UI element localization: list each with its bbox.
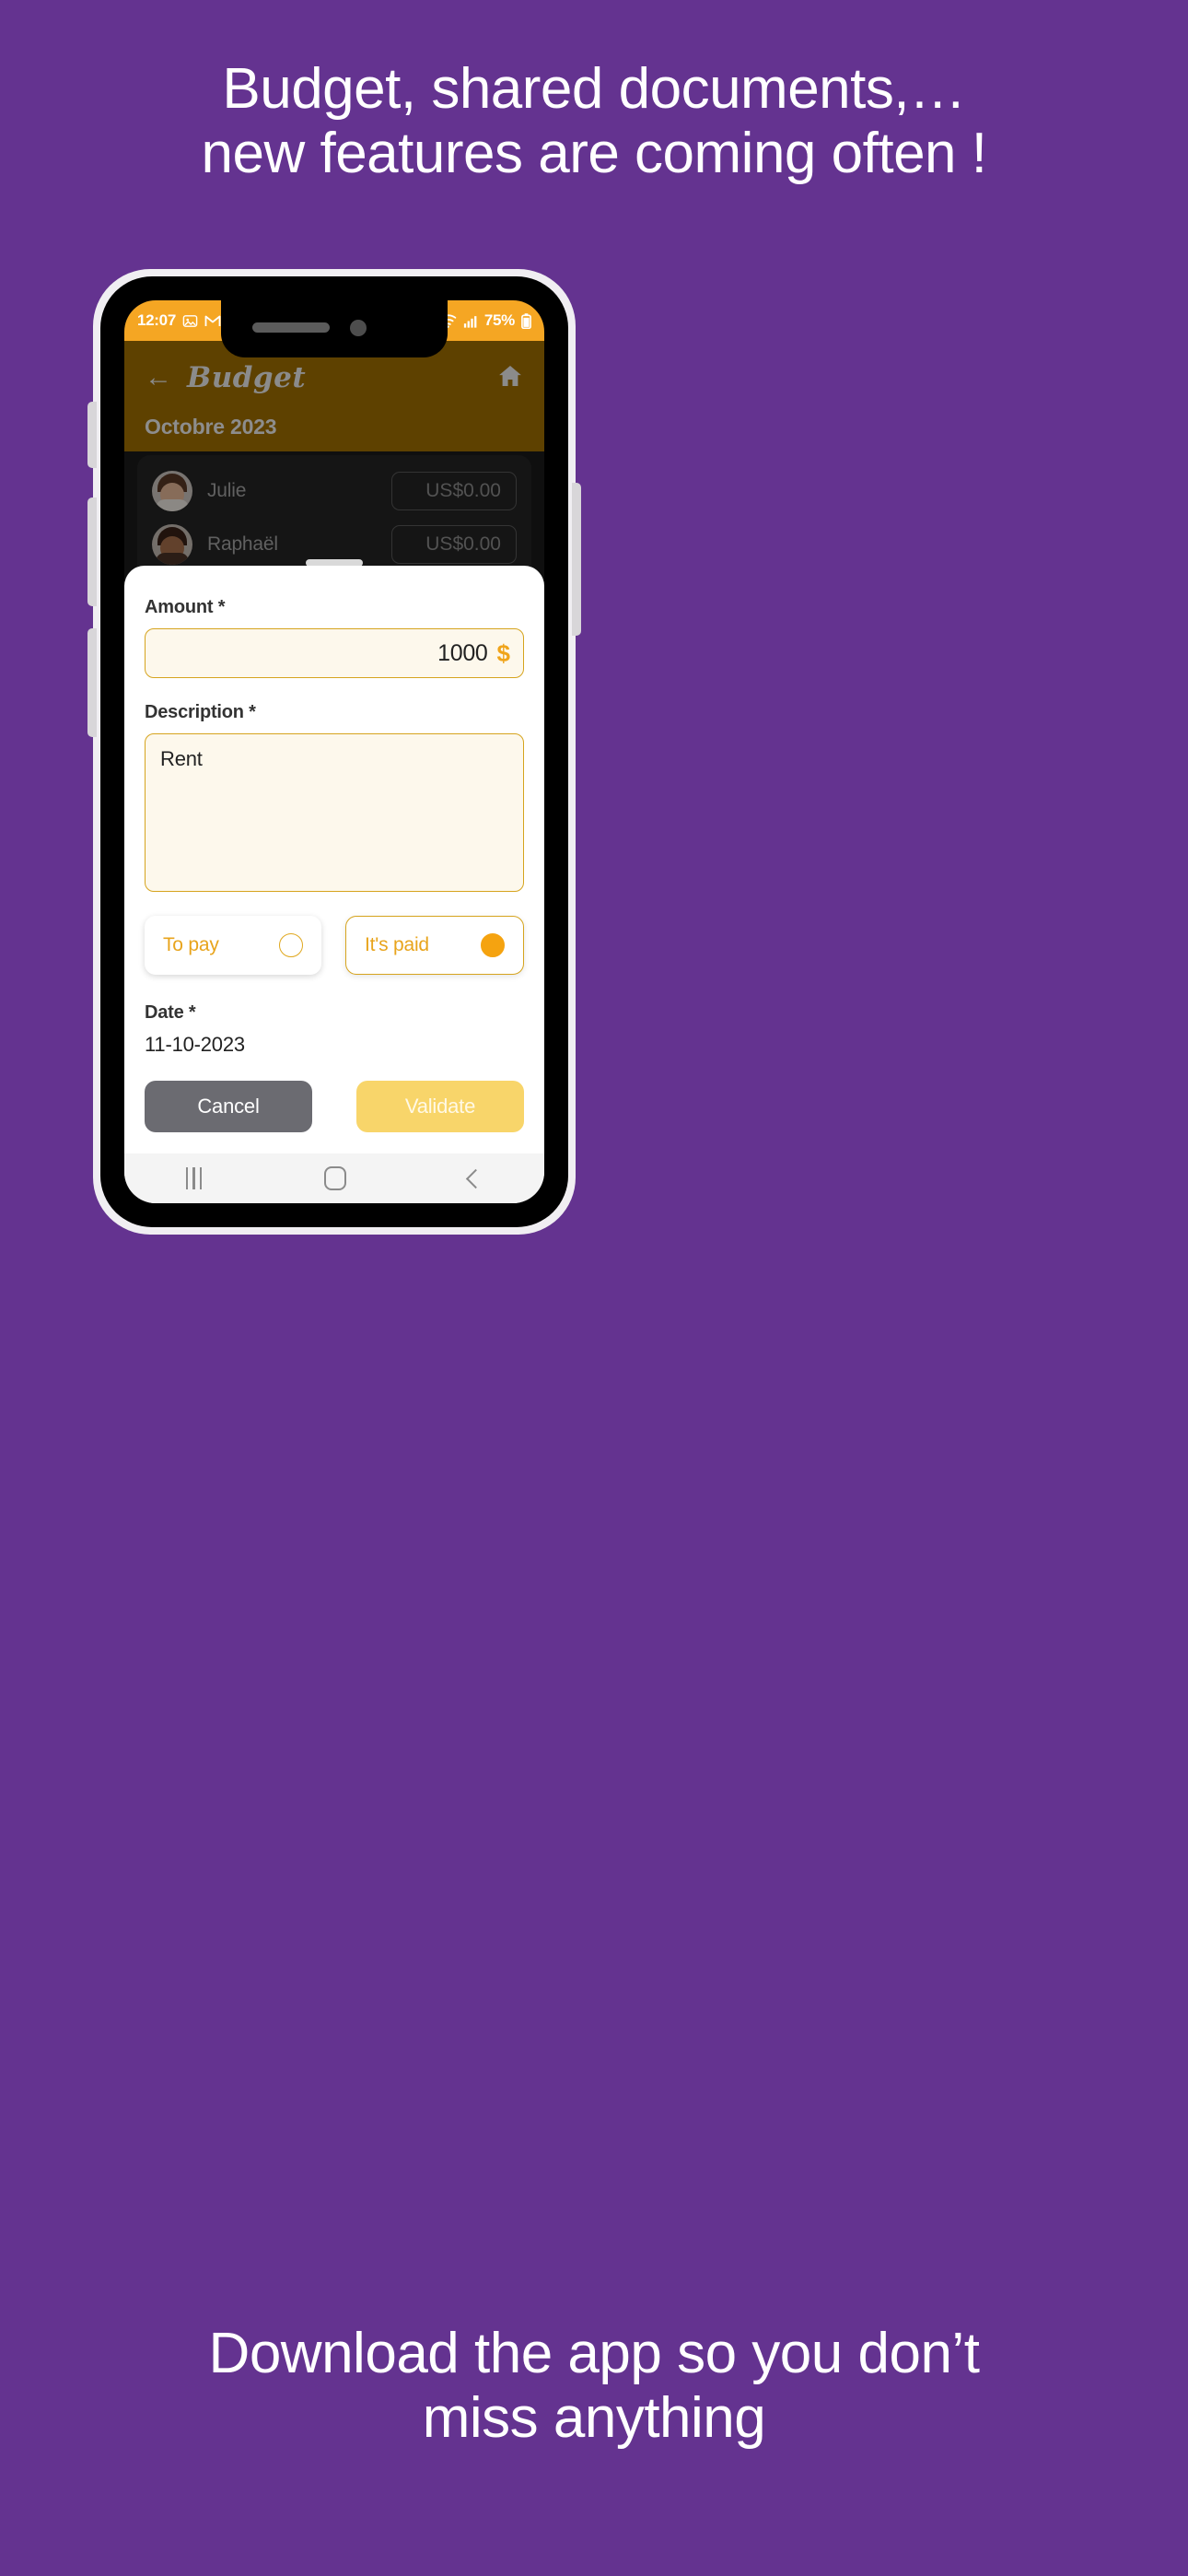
signal-icon [463, 315, 477, 328]
app-title: Budget [187, 361, 307, 394]
app-header-row: ← Budget [124, 350, 544, 405]
budget-month: Octobre 2023 [145, 415, 277, 439]
battery-icon [521, 312, 531, 329]
status-time: 12:07 [137, 311, 176, 329]
transaction-form-sheet: Amount * 1000 $ Description * Rent To pa… [124, 566, 544, 1203]
android-nav-bar [124, 1153, 544, 1203]
to-pay-option[interactable]: To pay [145, 916, 321, 975]
volume-down-button[interactable] [87, 498, 97, 606]
to-pay-label: To pay [163, 934, 219, 955]
image-icon [182, 314, 198, 327]
gmail-icon [204, 315, 221, 326]
its-paid-option[interactable]: It's paid [345, 916, 524, 975]
headline-top-line-1: Budget, shared documents,… [222, 57, 966, 121]
power-button[interactable] [572, 483, 581, 636]
phone-mockup: 12:07 75% ← Budget Octobre 2023 Julie US… [87, 269, 1095, 1235]
amount-value: 1000 [437, 639, 488, 666]
phone-body: 12:07 75% ← Budget Octobre 2023 Julie US… [100, 276, 568, 1227]
payment-status-group: To pay It's paid [145, 916, 524, 975]
home-square-icon[interactable] [324, 1166, 347, 1190]
app-header: ← Budget Octobre 2023 [124, 341, 544, 451]
cancel-button[interactable]: Cancel [145, 1081, 312, 1132]
date-value[interactable]: 11-10-2023 [145, 1033, 524, 1057]
to-pay-radio[interactable] [279, 933, 303, 957]
date-label: Date * [145, 1002, 196, 1023]
phone-screen: 12:07 75% ← Budget Octobre 2023 Julie US… [124, 300, 544, 1203]
description-label: Description * [145, 702, 256, 722]
phone-notch [221, 300, 448, 357]
earpiece-speaker [252, 322, 330, 333]
home-icon[interactable] [496, 363, 524, 393]
headline-bottom: Download the app so you don’t miss anyth… [0, 2322, 1188, 2451]
its-paid-radio[interactable] [481, 933, 505, 957]
headline-top: Budget, shared documents,… new features … [0, 57, 1188, 186]
side-button[interactable] [87, 628, 97, 737]
validate-button[interactable]: Validate [356, 1081, 524, 1132]
status-bar-left: 12:07 [137, 311, 221, 330]
volume-up-button[interactable] [87, 402, 97, 468]
back-chevron-icon[interactable] [466, 1168, 486, 1188]
battery-percent: 75% [483, 311, 515, 329]
headline-bottom-line-2: miss anything [422, 2386, 766, 2450]
recents-icon[interactable] [185, 1167, 203, 1189]
description-input[interactable]: Rent [145, 733, 524, 892]
currency-symbol: $ [496, 638, 510, 667]
status-bar-right: 75% [439, 311, 531, 330]
its-paid-label: It's paid [365, 934, 429, 955]
sheet-actions: Cancel Validate [145, 1081, 524, 1132]
amount-label: Amount * [145, 597, 226, 617]
phone-frame: 12:07 75% ← Budget Octobre 2023 Julie US… [87, 269, 581, 1235]
promo-screenshot: Budget, shared documents,… new features … [0, 0, 1188, 2576]
front-camera [350, 320, 367, 336]
back-arrow-icon[interactable]: ← [145, 364, 172, 392]
headline-top-line-2: new features are coming often ! [201, 122, 987, 185]
amount-input[interactable]: 1000 $ [145, 628, 524, 678]
headline-bottom-line-1: Download the app so you don’t [208, 2322, 980, 2385]
description-value: Rent [160, 747, 203, 770]
